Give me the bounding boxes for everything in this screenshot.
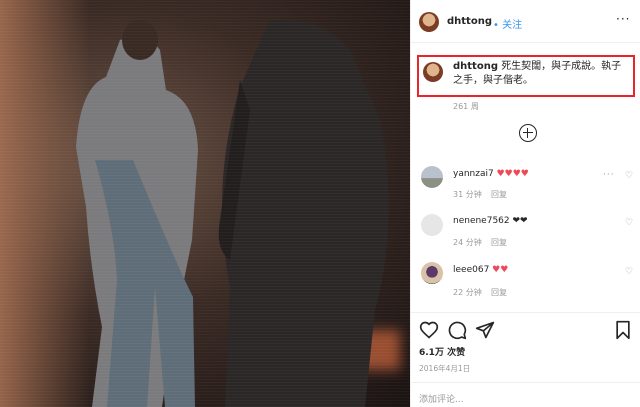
comment-icon[interactable] (447, 320, 467, 340)
post-header: dhttong • 关注 ··· (411, 0, 640, 43)
comment-avatar[interactable] (421, 214, 443, 236)
comment-text: ♥♥ (492, 265, 509, 275)
comment-row: yannzai7 ♥♥♥♥ (453, 169, 529, 179)
follow-button[interactable]: • 关注 (493, 16, 522, 31)
comment-divider (411, 382, 640, 383)
comment-time: 31 分钟 (453, 190, 482, 199)
caption-meta: 261 周 (453, 102, 479, 111)
post-photo (0, 0, 410, 407)
comment-input[interactable]: 添加评论... (419, 392, 464, 405)
author-avatar[interactable] (419, 12, 439, 32)
caption-username[interactable]: dhttong (453, 61, 498, 72)
comment-avatar[interactable] (421, 166, 443, 188)
comment-like-icon[interactable]: ♡ (625, 171, 633, 181)
comment-like-icon[interactable]: ♡ (625, 218, 633, 228)
author-username[interactable]: dhttong (447, 16, 492, 27)
comment-text: ♥♥♥♥ (496, 169, 529, 179)
comment-avatar[interactable] (421, 262, 443, 284)
post-caption: dhttong 死生契闊，與子成說。執子之手，與子偕老。 (453, 60, 631, 88)
caption-author-avatar[interactable] (423, 62, 443, 82)
comment-username[interactable]: yannzai7 (453, 169, 494, 179)
post-date: 2016年4月1日 (419, 364, 471, 373)
add-comment-icon[interactable] (519, 124, 537, 142)
comment-text: ❤❤ (512, 216, 528, 226)
reply-button[interactable]: 回复 (491, 287, 507, 298)
reply-button[interactable]: 回复 (491, 189, 507, 200)
post-side-panel: dhttong • 关注 ··· dhttong 死生契闊，與子成說。執子之手，… (410, 0, 640, 407)
comment-like-icon[interactable]: ♡ (625, 267, 633, 277)
share-icon[interactable] (475, 320, 495, 340)
comment-row: nenene7562 ❤❤ (453, 216, 528, 226)
photo-grain (0, 0, 410, 407)
comment-more-icon[interactable]: ··· (603, 170, 615, 180)
actions-divider (411, 312, 640, 313)
reply-button[interactable]: 回复 (491, 237, 507, 248)
comment-time: 22 分钟 (453, 288, 482, 297)
heart-icon[interactable] (419, 320, 439, 340)
comment-row: leee067 ♥♥ (453, 265, 508, 275)
comment-time: 24 分钟 (453, 238, 482, 247)
bookmark-icon[interactable] (613, 320, 633, 340)
more-icon[interactable]: ··· (616, 12, 630, 26)
comment-username[interactable]: nenene7562 (453, 216, 510, 226)
comment-username[interactable]: leee067 (453, 265, 489, 275)
likes-count[interactable]: 6.1万 次赞 (419, 345, 465, 358)
